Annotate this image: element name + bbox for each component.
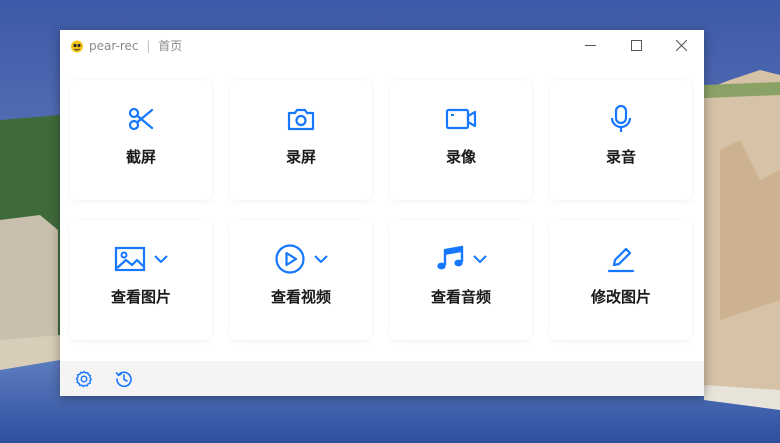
dropdown-trigger[interactable] <box>154 254 168 264</box>
pear-logo-icon <box>70 38 84 53</box>
card-label: 录屏 <box>285 148 316 166</box>
card-video-record[interactable]: 录像 <box>390 80 532 200</box>
card-label: 截屏 <box>125 148 156 166</box>
app-window: pear-rec | 首页 截屏 录屏 录像 录音 查看图片 查看视频 查看音频… <box>60 30 704 396</box>
card-label: 修改图片 <box>590 288 651 306</box>
app-name: pear-rec <box>89 39 139 53</box>
footer-bar <box>60 361 704 396</box>
dropdown-trigger[interactable] <box>473 254 487 264</box>
card-view-videos[interactable]: 查看视频 <box>230 220 372 340</box>
music-note-icon <box>437 245 464 270</box>
minimize-button[interactable] <box>567 30 613 61</box>
settings-icon <box>75 370 92 388</box>
card-label: 查看视频 <box>270 288 331 306</box>
chevron-down-icon <box>154 255 168 264</box>
page-name: 首页 <box>158 39 183 53</box>
microphone-icon <box>610 104 632 132</box>
play-circle-icon <box>275 244 305 274</box>
scissors-icon <box>128 107 154 131</box>
close-icon <box>675 40 687 51</box>
card-edit-image[interactable]: 修改图片 <box>550 220 692 340</box>
dropdown-trigger[interactable] <box>314 254 328 264</box>
card-screen-record[interactable]: 录屏 <box>230 80 372 200</box>
image-icon <box>114 246 146 272</box>
card-label: 录像 <box>445 148 476 166</box>
card-label: 查看图片 <box>110 288 171 306</box>
title-separator: | <box>146 39 151 53</box>
chevron-down-icon <box>314 255 328 264</box>
settings-button[interactable] <box>75 370 93 388</box>
history-button[interactable] <box>115 370 133 388</box>
close-button[interactable] <box>658 30 704 61</box>
camera-icon <box>287 108 315 131</box>
minimize-icon <box>584 45 596 46</box>
window-title: pear-rec | 首页 <box>89 37 182 54</box>
maximize-icon <box>630 40 642 51</box>
card-screenshot[interactable]: 截屏 <box>70 80 212 200</box>
card-label: 查看音频 <box>430 288 491 306</box>
video-camera-icon <box>445 108 477 130</box>
card-view-audio[interactable]: 查看音频 <box>390 220 532 340</box>
title-bar[interactable]: pear-rec | 首页 <box>60 30 704 61</box>
chevron-down-icon <box>473 255 487 264</box>
maximize-button[interactable] <box>613 30 659 61</box>
card-label: 录音 <box>605 148 636 166</box>
history-icon <box>115 371 132 388</box>
card-view-images[interactable]: 查看图片 <box>70 220 212 340</box>
edit-pen-icon <box>607 247 635 273</box>
card-audio-record[interactable]: 录音 <box>550 80 692 200</box>
